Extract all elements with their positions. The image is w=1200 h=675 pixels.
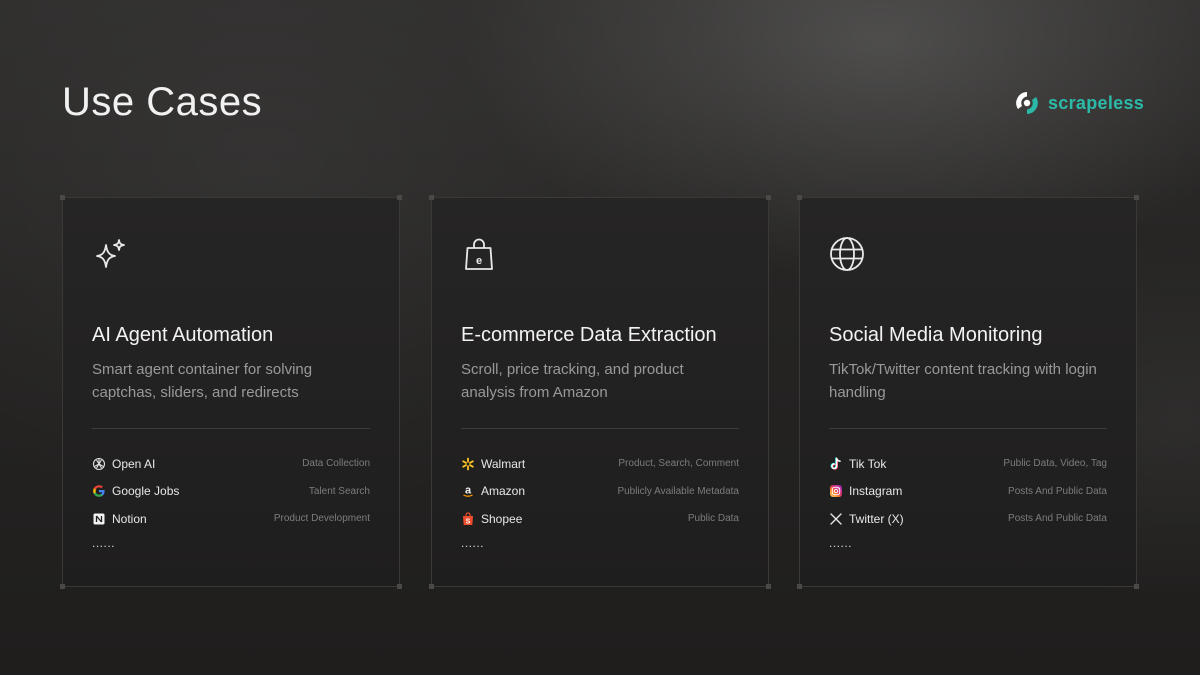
svg-text:S: S	[466, 518, 471, 525]
platform-tag: Product Development	[273, 513, 370, 525]
more-indicator: ......	[829, 535, 853, 550]
list-item[interactable]: Notion Product Development	[92, 505, 370, 533]
platform-tag: Talent Search	[308, 485, 370, 497]
platform-name: Amazon	[481, 484, 526, 499]
list-item[interactable]: Instagram Posts And Public Data	[829, 478, 1107, 506]
platform-name: Twitter (X)	[849, 511, 904, 526]
corner-marker	[397, 195, 402, 200]
card-description: Scroll, price tracking, and product anal…	[461, 361, 684, 401]
openai-icon	[92, 457, 106, 471]
sparkle-icon	[92, 236, 128, 272]
tiktok-icon	[829, 457, 843, 471]
corner-marker	[397, 584, 402, 589]
globe-icon	[829, 236, 865, 272]
scrapeless-logo-icon	[1016, 92, 1038, 114]
corner-marker	[429, 195, 434, 200]
list-item[interactable]: Twitter (X) Posts And Public Data	[829, 505, 1107, 533]
amazon-icon: a	[461, 484, 475, 498]
platform-name: Notion	[112, 511, 147, 526]
platform-tag: Public Data, Video, Tag	[1003, 458, 1107, 470]
corner-marker	[797, 584, 802, 589]
list-item[interactable]: a Amazon Publicly Available Metadata	[461, 478, 739, 506]
card-description: Smart agent container for solving captch…	[92, 361, 313, 401]
platform-name: Tik Tok	[849, 456, 887, 471]
corner-marker	[1134, 584, 1139, 589]
svg-text:e: e	[476, 255, 482, 267]
shopping-bag-icon: e	[461, 236, 497, 272]
notion-icon	[92, 512, 106, 526]
platform-name: Open AI	[112, 456, 156, 471]
platform-tag: Product, Search, Comment	[618, 458, 739, 470]
corner-marker	[1134, 195, 1139, 200]
card-title: E-commerce Data Extraction	[461, 324, 717, 346]
divider	[461, 428, 739, 429]
platform-name: Shopee	[481, 511, 523, 526]
svg-text:a: a	[465, 485, 472, 497]
google-icon	[92, 484, 106, 498]
platform-tag: Public Data	[687, 513, 739, 525]
corner-marker	[797, 195, 802, 200]
use-case-card-social-media[interactable]: Social Media Monitoring TikTok/Twitter c…	[797, 195, 1139, 589]
platform-tag: Posts And Public Data	[1008, 485, 1107, 497]
x-icon	[829, 512, 843, 526]
platform-tag: Data Collection	[302, 458, 370, 470]
brand-name: scrapeless	[1048, 92, 1145, 113]
platform-list: Walmart Product, Search, Comment a Amazo…	[461, 450, 739, 551]
corner-marker	[766, 584, 771, 589]
walmart-icon	[461, 457, 475, 471]
page-title: Use Cases	[62, 80, 263, 124]
divider	[829, 428, 1107, 429]
corner-marker	[429, 584, 434, 589]
list-item[interactable]: Google Jobs Talent Search	[92, 478, 370, 506]
platform-name: Google Jobs	[112, 484, 180, 499]
shopee-icon: S	[461, 512, 475, 526]
corner-marker	[60, 584, 65, 589]
instagram-icon	[829, 484, 843, 498]
list-item[interactable]: Open AI Data Collection	[92, 450, 370, 478]
scrapeless-logo[interactable]: scrapeless	[1014, 90, 1144, 116]
platform-list: Open AI Data Collection Google Jobs Tale…	[92, 450, 370, 551]
use-case-card-ai-agent[interactable]: AI Agent Automation Smart agent containe…	[60, 195, 402, 589]
divider	[92, 428, 370, 429]
platform-list: Tik Tok Public Data, Video, Tag Instagra…	[829, 450, 1107, 551]
card-title: AI Agent Automation	[92, 324, 274, 346]
list-item[interactable]: S Shopee Public Data	[461, 505, 739, 533]
more-indicator: ......	[92, 535, 116, 550]
corner-marker	[60, 195, 65, 200]
platform-name: Walmart	[481, 456, 526, 471]
corner-marker	[766, 195, 771, 200]
platform-name: Instagram	[849, 484, 903, 499]
more-indicator: ......	[461, 535, 485, 550]
card-title: Social Media Monitoring	[829, 324, 1043, 346]
card-description: TikTok/Twitter content tracking with log…	[829, 361, 1097, 401]
platform-tag: Posts And Public Data	[1008, 513, 1107, 525]
use-case-card-ecommerce[interactable]: e E-commerce Data Extraction Scroll, pri…	[429, 195, 771, 589]
list-item[interactable]: Walmart Product, Search, Comment	[461, 450, 739, 478]
list-item[interactable]: Tik Tok Public Data, Video, Tag	[829, 450, 1107, 478]
platform-tag: Publicly Available Metadata	[617, 485, 739, 497]
